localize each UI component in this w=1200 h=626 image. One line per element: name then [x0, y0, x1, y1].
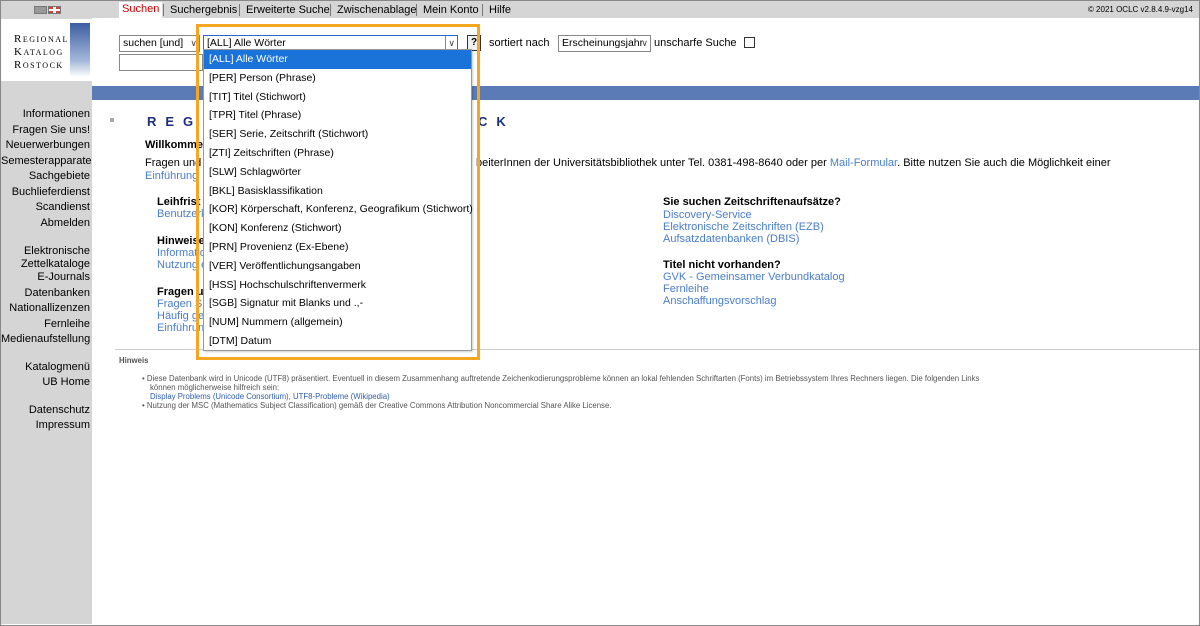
- tab-erweiterte-suche[interactable]: Erweiterte Suche: [246, 4, 330, 16]
- top-nav-bar: Suchen Suchergebnis Erweiterte Suche Zwi…: [92, 1, 1199, 18]
- mail-form-link[interactable]: Mail-Formular: [830, 157, 897, 169]
- logo[interactable]: Regional Katalog Rostock: [1, 19, 92, 81]
- einfuehrung2-link[interactable]: Einführun: [157, 322, 204, 335]
- fragen-text-middle: beiterInnen der Universitätsbibliothek u…: [476, 157, 827, 169]
- bullet-square-icon: [110, 118, 114, 122]
- nav-abmelden[interactable]: Abmelden: [1, 216, 90, 232]
- note1-line2: können möglicherweise hilfreich sein:: [150, 383, 280, 392]
- fuzzy-search-checkbox[interactable]: [744, 37, 755, 48]
- nav-zettelkataloge[interactable]: Elektronische Zettelkataloge: [1, 245, 90, 270]
- tab-separator: [416, 4, 417, 16]
- tab-separator: [239, 4, 240, 16]
- chevron-down-icon: ∨: [190, 38, 197, 48]
- german-flag-icon[interactable]: [34, 6, 47, 14]
- wikipedia-link[interactable]: UTF8-Probleme (Wikipedia): [293, 392, 390, 401]
- logo-line-3: Rostock: [14, 59, 64, 71]
- english-flag-icon[interactable]: [48, 6, 61, 14]
- banner-title-right: CK: [478, 114, 515, 129]
- note1-line1: Diese Datenbank wird in Unicode (UTF8) p…: [146, 374, 980, 383]
- nav-ub-home[interactable]: UB Home: [1, 375, 90, 391]
- fuzzy-search-label: unscharfe Suche: [654, 37, 737, 49]
- nav-scandienst[interactable]: Scandienst: [1, 200, 90, 216]
- fragen-text-left: Fragen und: [145, 157, 202, 169]
- nav-impressum[interactable]: Impressum: [1, 418, 90, 434]
- nav-buchlieferdienst[interactable]: Buchlieferdienst: [1, 185, 90, 201]
- anschaffung-link[interactable]: Anschaffungsvorschlag: [663, 295, 777, 308]
- nav-neuerwerbungen[interactable]: Neuerwerbungen: [1, 138, 90, 154]
- dropdown-option[interactable]: [PER] Person (Phrase): [204, 69, 471, 88]
- search-input[interactable]: [119, 54, 203, 71]
- note-bullet: •: [142, 401, 145, 410]
- copyright: © 2021 OCLC v2.8.4.9-vzg14: [1087, 5, 1193, 14]
- zeitschriften-heading: Sie suchen Zeitschriftenaufsätze?: [663, 196, 841, 208]
- dropdown-option[interactable]: [VER] Veröffentlichungsangaben: [204, 257, 471, 276]
- logo-text: Regional Katalog Rostock: [14, 33, 69, 72]
- logo-line-2: Katalog: [14, 46, 64, 58]
- nav-sachgebiete[interactable]: Sachgebiete: [1, 169, 90, 185]
- dropdown-option[interactable]: [KON] Konferenz (Stichwort): [204, 219, 471, 238]
- search-field-dropdown[interactable]: [ALL] Alle Wörter [PER] Person (Phrase) …: [203, 49, 473, 351]
- nav-informationen[interactable]: Informationen: [1, 107, 90, 123]
- nav-datenschutz[interactable]: Datenschutz: [1, 403, 90, 419]
- dropdown-option[interactable]: [BKL] Basisklassifikation: [204, 182, 471, 201]
- dropdown-option[interactable]: [KOR] Körperschaft, Konferenz, Geografik…: [204, 200, 473, 219]
- note-bullet: •: [142, 374, 145, 383]
- nav-katalogmenue[interactable]: Katalogmenü: [1, 360, 90, 376]
- search-field-value: [ALL] Alle Wörter: [207, 37, 286, 49]
- dropdown-option[interactable]: [SLW] Schlagwörter: [204, 163, 471, 182]
- sidebar-nav: Informationen Fragen Sie uns! Neuerwerbu…: [1, 107, 92, 434]
- tab-zwischenablage[interactable]: Zwischenablage: [337, 4, 417, 16]
- dbis-link[interactable]: Aufsatzdatenbanken (DBIS): [663, 233, 799, 246]
- nav-fragen[interactable]: Fragen Sie uns!: [1, 123, 90, 139]
- nav-medienaufstellung[interactable]: Medienaufstellung: [1, 332, 90, 348]
- note2: Nutzung der MSC (Mathematics Subject Cla…: [146, 401, 612, 410]
- dropdown-option[interactable]: [TPR] Titel (Phrase): [204, 106, 471, 125]
- tab-suchen[interactable]: Suchen: [119, 2, 163, 18]
- hinweis-label: Hinweis: [119, 356, 149, 365]
- note1-separator: ,: [288, 392, 291, 401]
- sort-select[interactable]: Erscheinungsjahr ∨: [558, 35, 651, 52]
- sort-value: Erscheinungsjahr: [562, 37, 644, 49]
- operator-select[interactable]: suchen [und] ∨: [119, 35, 200, 52]
- language-switcher: [34, 6, 62, 14]
- dropdown-option[interactable]: [ZTI] Zeitschriften (Phrase): [204, 144, 471, 163]
- nav-ejournals[interactable]: E-Journals: [1, 270, 90, 286]
- dropdown-option[interactable]: [TIT] Titel (Stichwort): [204, 88, 471, 107]
- unicode-link[interactable]: Display Problems (Unicode Consortium): [150, 392, 289, 401]
- sort-label: sortiert nach: [489, 37, 550, 49]
- dropdown-option[interactable]: [NUM] Nummern (allgemein): [204, 313, 471, 332]
- dropdown-option[interactable]: [SER] Serie, Zeitschrift (Stichwort): [204, 125, 471, 144]
- welcome-heading: Willkomme: [145, 139, 203, 151]
- dropdown-option[interactable]: [DTM] Datum: [204, 332, 471, 351]
- nav-semesterapparate[interactable]: Semesterapparate: [1, 154, 92, 170]
- dropdown-option[interactable]: [SGB] Signatur mit Blanks und .,-: [204, 294, 471, 313]
- benutzerkonto-link[interactable]: Benutzerk: [157, 208, 207, 221]
- nav-fernleihe[interactable]: Fernleihe: [1, 317, 90, 333]
- nav-zettelkataloge-line-2: Zettelkataloge: [20, 257, 90, 270]
- nav-zettelkataloge-line-1: Elektronische: [23, 245, 90, 257]
- nav-datenbanken[interactable]: Datenbanken: [1, 286, 90, 302]
- dropdown-option[interactable]: [PRN] Provenienz (Ex-Ebene): [204, 238, 471, 257]
- fragen-text-right: beiterInnen der Universitätsbibliothek u…: [476, 157, 1111, 170]
- logo-gradient-bar: [70, 23, 90, 77]
- left-sidebar: Regional Katalog Rostock Informationen F…: [1, 1, 92, 624]
- tab-separator: [330, 4, 331, 16]
- fragen-text-end: . Bitte nutzen Sie auch die Möglichkeit …: [897, 157, 1111, 169]
- tab-mein-konto[interactable]: Mein Konto: [423, 4, 479, 16]
- tab-separator: [163, 4, 164, 16]
- operator-value: suchen [und]: [123, 37, 184, 49]
- footer-note-1: • Diese Datenbank wird in Unicode (UTF8)…: [142, 374, 979, 410]
- tab-suchergebnis[interactable]: Suchergebnis: [170, 4, 237, 16]
- dropdown-option[interactable]: [ALL] Alle Wörter: [204, 50, 471, 69]
- nav-nationallizenzen[interactable]: Nationallizenzen: [1, 301, 90, 317]
- chevron-down-icon: ∨: [641, 38, 648, 48]
- nutzung-link[interactable]: Nutzung e: [157, 259, 207, 272]
- logo-line-1: Regional: [14, 33, 69, 45]
- einfuehrung-link[interactable]: Einführung: [145, 170, 198, 183]
- dropdown-option[interactable]: [HSS] Hochschulschriftenvermerk: [204, 276, 471, 295]
- tab-separator: [482, 4, 483, 16]
- tab-hilfe[interactable]: Hilfe: [489, 4, 511, 16]
